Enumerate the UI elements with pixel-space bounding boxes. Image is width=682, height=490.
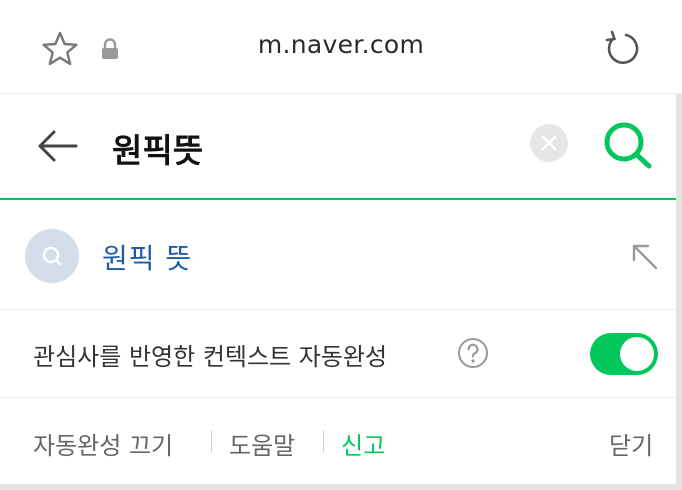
autocomplete-footer: 자동완성 끄기 도움말 신고 닫기 bbox=[0, 398, 676, 484]
bottom-divider bbox=[0, 484, 682, 490]
scrollbar[interactable] bbox=[676, 94, 682, 490]
reload-icon[interactable] bbox=[602, 29, 642, 69]
browser-url-bar: m.naver.com bbox=[0, 0, 682, 94]
suggestion-text[interactable]: 원픽 뜻 bbox=[102, 237, 192, 277]
question-circle-icon[interactable] bbox=[457, 337, 489, 369]
back-arrow-icon[interactable] bbox=[34, 126, 80, 166]
fill-arrow-icon[interactable] bbox=[628, 240, 660, 272]
clear-icon bbox=[541, 135, 557, 151]
url-text[interactable]: m.naver.com bbox=[0, 30, 682, 59]
report-link[interactable]: 신고 bbox=[341, 426, 385, 461]
search-icon bbox=[42, 246, 62, 266]
context-autocomplete-label: 관심사를 반영한 컨텍스트 자동완성 bbox=[33, 343, 388, 371]
suggestion-item[interactable]: 원픽 뜻 bbox=[0, 202, 676, 310]
clear-button[interactable] bbox=[530, 124, 568, 162]
close-link[interactable]: 닫기 bbox=[609, 426, 653, 461]
suggestion-search-badge bbox=[25, 229, 79, 283]
context-autocomplete-row: 관심사를 반영한 컨텍스트 자동완성 bbox=[0, 310, 676, 398]
help-link[interactable]: 도움말 bbox=[229, 426, 295, 461]
divider bbox=[211, 430, 212, 452]
search-icon[interactable] bbox=[600, 118, 656, 170]
divider bbox=[323, 430, 324, 452]
toggle-knob bbox=[620, 337, 654, 371]
context-autocomplete-toggle[interactable] bbox=[590, 333, 658, 375]
search-bar: 원픽뜻 bbox=[0, 94, 676, 200]
autocomplete-off-link[interactable]: 자동완성 끄기 bbox=[33, 426, 173, 461]
search-input[interactable]: 원픽뜻 bbox=[112, 124, 203, 172]
